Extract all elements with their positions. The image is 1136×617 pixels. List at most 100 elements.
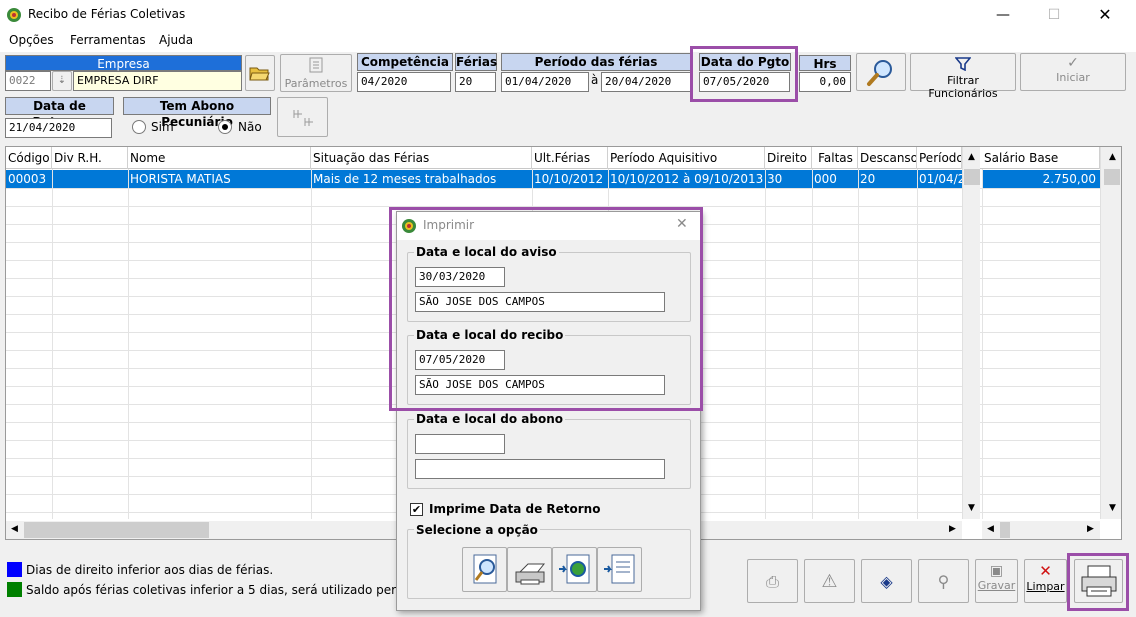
preview-icon xyxy=(473,554,496,584)
col-periodo-aquisitivo[interactable]: Período Aquisitivo xyxy=(608,147,765,169)
selecione-label: Selecione a opção xyxy=(414,523,540,537)
cell-periodo-aquisitivo: 10/10/2012 à 09/10/2013 xyxy=(610,172,764,186)
check-icon: ✓ xyxy=(1067,55,1079,71)
print-preview-button[interactable] xyxy=(462,547,507,592)
col-nome[interactable]: Nome xyxy=(128,147,311,169)
calc-button[interactable] xyxy=(277,97,328,137)
scroll-down-arrow-icon[interactable]: ▼ xyxy=(963,500,980,517)
open-folder-icon xyxy=(249,67,270,81)
scroll-left-arrow-icon[interactable]: ◀ xyxy=(6,521,23,538)
scroll-down-arrow-icon[interactable]: ▼ xyxy=(1104,500,1121,517)
empresa-header: Empresa xyxy=(5,55,242,71)
grid-right-vscroll[interactable]: ▲ ▼ xyxy=(1100,147,1121,519)
cell-faltas: 000 xyxy=(814,172,837,186)
highlight-print-button xyxy=(1067,553,1129,611)
scroll-thumb[interactable] xyxy=(24,522,209,538)
ferias-field[interactable]: 20 xyxy=(455,72,496,92)
competencia-field[interactable]: 04/2020 xyxy=(357,72,451,92)
calc-icon xyxy=(293,110,313,126)
legend-green-text: Saldo após férias coletivas inferior a 5… xyxy=(26,583,445,597)
periodo-start-field[interactable]: 01/04/2020 xyxy=(501,72,589,92)
scroll-thumb[interactable] xyxy=(1104,169,1120,185)
scroll-right-arrow-icon[interactable]: ▶ xyxy=(944,521,961,538)
close-button[interactable]: ✕ xyxy=(1082,0,1128,30)
col-codigo[interactable]: Código xyxy=(6,147,52,169)
highlight-dialog-dates xyxy=(389,207,703,411)
preview-doc-button[interactable]: ⎙ xyxy=(747,559,798,603)
iniciar-button[interactable]: ✓ Iniciar xyxy=(1020,53,1126,91)
abono-header: Tem Abono Pecuniário xyxy=(123,97,271,129)
menu-opcoes[interactable]: Opções xyxy=(9,33,54,47)
gravar-button[interactable]: ▣ Gravar xyxy=(975,559,1018,603)
export-web-button[interactable] xyxy=(552,547,597,592)
col-periodo[interactable]: Período xyxy=(917,147,962,169)
imprime-retorno-checkbox[interactable]: ✔ xyxy=(410,503,423,516)
menu-ajuda[interactable]: Ajuda xyxy=(159,33,193,47)
periodo-end-field[interactable]: 20/04/2020 xyxy=(601,72,691,92)
cell-direito: 30 xyxy=(767,172,783,186)
cell-periodo: 01/04/2 xyxy=(919,172,962,186)
grid-col-line xyxy=(917,169,918,519)
globe-doc-icon xyxy=(558,554,589,584)
scroll-thumb[interactable] xyxy=(964,169,980,185)
periodo-separator: à xyxy=(591,73,599,87)
abono-date-field[interactable] xyxy=(415,434,505,454)
col-salario-base[interactable]: Salário Base xyxy=(982,147,1100,169)
navigate-button[interactable]: ◈ xyxy=(861,559,912,603)
abono-nao-radio[interactable] xyxy=(218,120,232,134)
col-situacao[interactable]: Situação das Férias xyxy=(311,147,532,169)
empresa-name-field[interactable]: EMPRESA DIRF xyxy=(73,71,242,91)
menu-bar: Opções Ferramentas Ajuda xyxy=(0,30,1136,52)
cell-nome: HORISTA MATIAS xyxy=(130,172,231,186)
filtrar-funcionarios-button[interactable]: Filtrar Funcionários xyxy=(910,53,1016,100)
cell-salario-base: 2.750,00 xyxy=(1042,172,1096,186)
scroll-up-arrow-icon[interactable]: ▲ xyxy=(1104,149,1121,166)
menu-ferramentas[interactable]: Ferramentas xyxy=(70,33,146,47)
parametros-button[interactable]: Parâmetros xyxy=(280,54,352,92)
competencia-header: Competência xyxy=(357,53,453,71)
grid-right-hscroll[interactable]: ◀ ▶ xyxy=(982,521,1100,539)
col-ult-ferias[interactable]: Ult.Férias xyxy=(532,147,608,169)
window-title: Recibo de Férias Coletivas xyxy=(28,7,186,21)
highlight-data-pgto xyxy=(690,46,798,102)
abono-local-field[interactable] xyxy=(415,459,665,479)
col-descanso[interactable]: Descanso xyxy=(858,147,917,169)
empresa-code-field[interactable]: 0022 xyxy=(5,71,51,91)
clear-x-icon: ✕ xyxy=(1039,562,1052,580)
grid-left-vscroll[interactable]: ▲ ▼ xyxy=(962,147,980,519)
doc-search-icon: ⎙ xyxy=(766,572,779,591)
send-printer-button[interactable] xyxy=(507,547,552,592)
abono-sim-label: Sim xyxy=(151,120,174,134)
search-button[interactable] xyxy=(856,53,906,91)
warning-button[interactable]: ⚠ xyxy=(804,559,855,603)
compass-icon: ◈ xyxy=(880,572,893,591)
scroll-right-arrow-icon[interactable]: ▶ xyxy=(1082,521,1099,538)
scroll-left-arrow-icon[interactable]: ◀ xyxy=(982,521,999,538)
col-faltas[interactable]: Faltas xyxy=(812,147,858,169)
data-retorno-header: Data de Retorno xyxy=(5,97,114,129)
warning-icon: ⚠ xyxy=(821,571,838,592)
user-search-button[interactable]: ⚲ xyxy=(918,559,969,603)
grid-col-line xyxy=(858,169,859,519)
data-retorno-field[interactable]: 21/04/2020 xyxy=(5,118,112,138)
cell-situacao: Mais de 12 meses trabalhados xyxy=(313,172,497,186)
scroll-up-arrow-icon[interactable]: ▲ xyxy=(963,149,980,166)
legend-blue-text: Dias de direito inferior aos dias de fér… xyxy=(26,563,274,577)
limpar-button[interactable]: ✕ Limpar xyxy=(1024,559,1067,603)
scroll-thumb[interactable] xyxy=(1000,522,1010,538)
col-div-rh[interactable]: Div R.H. xyxy=(52,147,128,169)
periodo-header: Período das férias xyxy=(501,53,691,71)
maximize-button[interactable]: ☐ xyxy=(1031,0,1077,30)
minimize-button[interactable]: — xyxy=(980,0,1026,30)
abono-sim-radio[interactable] xyxy=(132,120,146,134)
filter-icon xyxy=(954,57,972,72)
printer-icon xyxy=(515,563,545,585)
open-folder-button[interactable] xyxy=(245,55,275,91)
hrs-bse-field[interactable]: 0,00 xyxy=(799,72,851,92)
cell-ult-ferias: 10/10/2012 xyxy=(534,172,604,186)
col-direito[interactable]: Direito xyxy=(765,147,812,169)
grid-col-line xyxy=(765,169,766,519)
empresa-lookup-button[interactable]: ⇣ xyxy=(52,71,72,91)
user-search-icon: ⚲ xyxy=(937,572,950,591)
export-doc-button[interactable] xyxy=(597,547,642,592)
